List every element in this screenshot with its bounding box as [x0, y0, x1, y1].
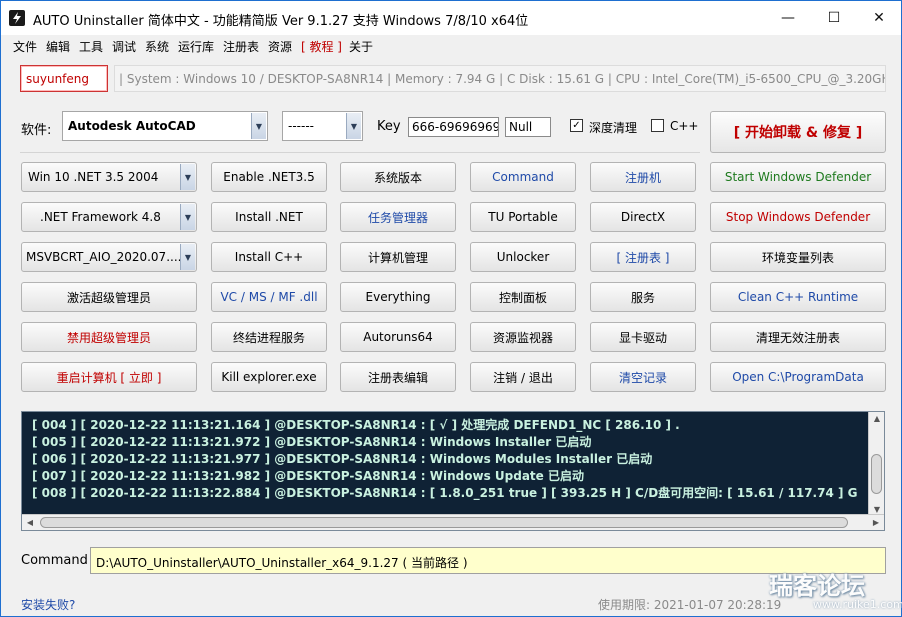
menu-debug[interactable]: 调试	[112, 38, 136, 55]
minimize-button[interactable]: —	[765, 1, 811, 35]
cpp-label: C++	[670, 119, 699, 133]
start-defender-button[interactable]: Start Windows Defender	[710, 162, 886, 192]
registry-button[interactable]: [ 注册表 ]	[590, 242, 696, 272]
system-info-bar: | System : Windows 10 / DESKTOP-SA8NR14 …	[114, 65, 886, 92]
title-bar[interactable]: AUTO Uninstaller 简体中文 - 功能精简版 Ver 9.1.27…	[1, 1, 901, 35]
menu-file[interactable]: 文件	[13, 38, 37, 55]
restart-computer-button[interactable]: 重启计算机 [ 立即 ]	[21, 362, 197, 392]
scroll-up-icon[interactable]: ▲	[869, 414, 885, 423]
deep-clean-checkbox[interactable]: ✓	[570, 119, 583, 132]
msvbcrt-select[interactable]: MSVBCRT_AIO_2020.07.... ▼	[21, 242, 197, 272]
scroll-right-icon[interactable]: ▶	[868, 518, 884, 527]
horizontal-scroll-thumb[interactable]	[40, 517, 848, 528]
log-line: [ 005 ] [ 2020-12-22 11:13:21.972 ] @DES…	[32, 435, 592, 449]
scroll-left-icon[interactable]: ◀	[22, 518, 38, 527]
key-label: Key	[377, 119, 401, 134]
menu-runtime[interactable]: 运行库	[178, 38, 214, 55]
directx-button[interactable]: DirectX	[590, 202, 696, 232]
system-version-button[interactable]: 系统版本	[340, 162, 456, 192]
autoruns-button[interactable]: Autoruns64	[340, 322, 456, 352]
software-select-value: Autodesk AutoCAD	[68, 119, 196, 133]
close-button[interactable]: ✕	[856, 1, 902, 35]
disable-admin-button[interactable]: 禁用超级管理员	[21, 322, 197, 352]
task-manager-button[interactable]: 任务管理器	[340, 202, 456, 232]
scroll-down-icon[interactable]: ▼	[869, 505, 885, 514]
horizontal-scrollbar[interactable]: ◀ ▶	[22, 514, 884, 530]
maximize-button[interactable]: ☐	[811, 1, 857, 35]
clear-log-button[interactable]: 清空记录	[590, 362, 696, 392]
watermark-text: 瑞客论坛	[769, 572, 865, 600]
menu-system[interactable]: 系统	[145, 38, 169, 55]
vc-ms-mf-dll-button[interactable]: VC / MS / MF .dll	[211, 282, 327, 312]
kill-services-button[interactable]: 终结进程服务	[211, 322, 327, 352]
watermark-url: www.ruike1.com	[813, 598, 902, 611]
command-input[interactable]: D:\AUTO_Uninstaller\AUTO_Uninstaller_x64…	[90, 547, 886, 574]
chevron-down-icon: ▼	[251, 113, 266, 139]
logout-exit-button[interactable]: 注销 / 退出	[470, 362, 576, 392]
net-framework-select-value: .NET Framework 4.8	[40, 210, 161, 224]
registry-editor-button[interactable]: 注册表编辑	[340, 362, 456, 392]
separator	[20, 152, 700, 153]
menu-about[interactable]: 关于	[349, 38, 373, 55]
command-button[interactable]: Command	[470, 162, 576, 192]
software-select[interactable]: Autodesk AutoCAD ▼	[62, 111, 268, 141]
vertical-scroll-thumb[interactable]	[871, 454, 882, 494]
key-extra-input[interactable]: Null	[505, 117, 551, 137]
clean-cpp-runtime-button[interactable]: Clean C++ Runtime	[710, 282, 886, 312]
msvbcrt-select-value: MSVBCRT_AIO_2020.07....	[26, 250, 182, 264]
menu-bar: 文件 编辑 工具 调试 系统 运行库 注册表 资源 [ 教程 ] 关于	[1, 35, 901, 55]
log-line: [ 008 ] [ 2020-12-22 11:13:22.884 ] @DES…	[32, 486, 858, 500]
computer-management-button[interactable]: 计算机管理	[340, 242, 456, 272]
window-title: AUTO Uninstaller 简体中文 - 功能精简版 Ver 9.1.27…	[33, 14, 529, 29]
command-label: Command	[21, 553, 88, 568]
clean-registry-button[interactable]: 清理无效注册表	[710, 322, 886, 352]
keygen-button[interactable]: 注册机	[590, 162, 696, 192]
user-name-field[interactable]: suyunfeng	[20, 65, 108, 92]
log-line: [ 007 ] [ 2020-12-22 11:13:21.982 ] @DES…	[32, 469, 584, 483]
open-programdata-button[interactable]: Open C:\ProgramData	[710, 362, 886, 392]
expiry-status: 使用期限: 2021-01-07 20:28:19	[598, 598, 782, 612]
log-panel[interactable]: [ 004 ] [ 2020-12-22 11:13:21.164 ] @DES…	[21, 411, 885, 531]
log-line: [ 004 ] [ 2020-12-22 11:13:21.164 ] @DES…	[32, 418, 680, 432]
menu-edit[interactable]: 编辑	[46, 38, 70, 55]
cpp-checkbox[interactable]	[651, 119, 664, 132]
unlocker-button[interactable]: Unlocker	[470, 242, 576, 272]
lightning-icon	[9, 10, 25, 26]
net35-select-value: Win 10 .NET 3.5 2004	[28, 170, 159, 184]
resource-monitor-button[interactable]: 资源监视器	[470, 322, 576, 352]
install-net-button[interactable]: Install .NET	[211, 202, 327, 232]
install-failed-link[interactable]: 安装失败?	[21, 596, 75, 613]
key-input[interactable]: 666-69696969	[408, 117, 499, 137]
menu-resources[interactable]: 资源	[268, 38, 292, 55]
version-select-value: ------	[288, 119, 314, 133]
software-label: 软件:	[21, 123, 52, 138]
deep-clean-label: 深度清理	[589, 121, 638, 135]
chevron-down-icon: ▼	[346, 113, 361, 139]
start-uninstall-button[interactable]: [ 开始卸载 & 修复 ]	[710, 111, 886, 153]
services-button[interactable]: 服务	[590, 282, 696, 312]
stop-defender-button[interactable]: Stop Windows Defender	[710, 202, 886, 232]
vertical-scrollbar[interactable]: ▲ ▼	[868, 412, 884, 516]
chevron-down-icon: ▼	[180, 164, 195, 190]
chevron-down-icon: ▼	[180, 204, 195, 230]
log-line: [ 006 ] [ 2020-12-22 11:13:21.977 ] @DES…	[32, 452, 653, 466]
enable-net35-button[interactable]: Enable .NET3.5	[211, 162, 327, 192]
menu-registry[interactable]: 注册表	[223, 38, 259, 55]
app-window: AUTO Uninstaller 简体中文 - 功能精简版 Ver 9.1.27…	[0, 0, 902, 617]
env-variables-button[interactable]: 环境变量列表	[710, 242, 886, 272]
menu-tutorial[interactable]: [ 教程 ]	[301, 38, 342, 55]
log-lines: [ 004 ] [ 2020-12-22 11:13:21.164 ] @DES…	[32, 416, 864, 501]
everything-button[interactable]: Everything	[340, 282, 456, 312]
net35-select[interactable]: Win 10 .NET 3.5 2004 ▼	[21, 162, 197, 192]
version-select[interactable]: ------ ▼	[282, 111, 363, 141]
kill-explorer-button[interactable]: Kill explorer.exe	[211, 362, 327, 392]
gpu-driver-button[interactable]: 显卡驱动	[590, 322, 696, 352]
chevron-down-icon: ▼	[180, 244, 195, 270]
net-framework-select[interactable]: .NET Framework 4.8 ▼	[21, 202, 197, 232]
control-panel-button[interactable]: 控制面板	[470, 282, 576, 312]
menu-tools[interactable]: 工具	[79, 38, 103, 55]
enable-admin-button[interactable]: 激活超级管理员	[21, 282, 197, 312]
tu-portable-button[interactable]: TU Portable	[470, 202, 576, 232]
install-cpp-button[interactable]: Install C++	[211, 242, 327, 272]
